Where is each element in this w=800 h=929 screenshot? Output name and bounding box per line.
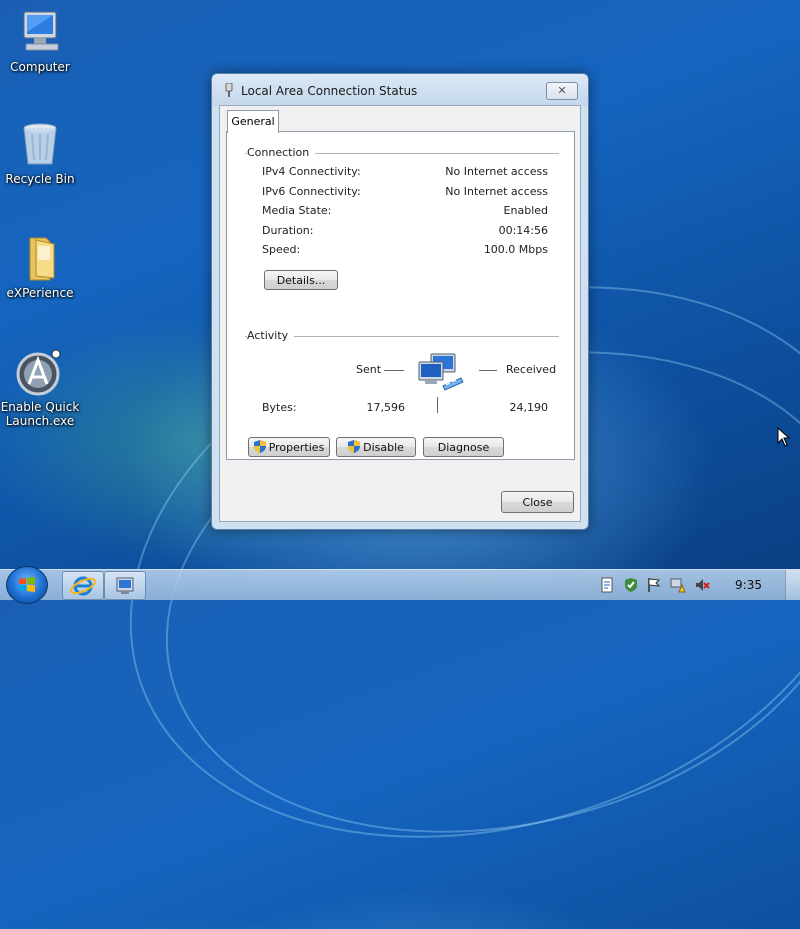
taskbar: 9:35 xyxy=(0,566,800,604)
duration-label: Duration: xyxy=(262,224,314,237)
received-line xyxy=(479,370,497,371)
close-button[interactable]: Close xyxy=(501,491,574,513)
connection-group-title: Connection xyxy=(247,146,316,159)
duration-value: 00:14:56 xyxy=(498,224,548,237)
ipv6-connectivity-label: IPv6 Connectivity: xyxy=(262,185,361,198)
disable-button[interactable]: Disable xyxy=(336,437,416,457)
properties-label: Properties xyxy=(268,441,325,454)
taskbar-internet-explorer[interactable] xyxy=(62,571,104,600)
sent-line xyxy=(384,370,404,371)
details-button[interactable]: Details... xyxy=(264,270,338,290)
network-plug-icon xyxy=(225,83,233,97)
disable-label: Disable xyxy=(363,441,404,454)
bytes-received-value: 24,190 xyxy=(509,401,549,414)
internet-explorer-icon xyxy=(70,576,96,596)
properties-button[interactable]: Properties xyxy=(248,437,330,457)
general-tab-panel: Connection IPv4 Connectivity: No Interne… xyxy=(226,131,575,460)
received-label: Received xyxy=(506,363,557,376)
desktop-icon-label: eXPerience xyxy=(6,286,74,300)
volume-muted-icon[interactable] xyxy=(694,577,710,593)
desktop-icon-recycle-bin[interactable]: Recycle Bin xyxy=(0,120,80,186)
ipv6-connectivity-value: No Internet access xyxy=(445,185,548,198)
tab-general[interactable]: General xyxy=(227,110,279,133)
desktop-icon-label: Recycle Bin xyxy=(5,172,75,186)
dialog-client-area: General Connection IPv4 Connectivity: No… xyxy=(219,105,581,522)
action-center-flag-icon[interactable] xyxy=(646,577,662,593)
activity-group-title: Activity xyxy=(247,329,295,342)
desktop-icon-label: Computer xyxy=(10,60,70,74)
desktop-icon-label: Enable Quick Launch.exe xyxy=(0,400,80,428)
desktop-icon-computer[interactable]: Computer xyxy=(0,8,80,74)
start-button[interactable] xyxy=(6,566,48,604)
network-connection-icon xyxy=(116,577,134,594)
title-close-button[interactable]: ✕ xyxy=(546,82,578,100)
local-area-connection-status-dialog: Local Area Connection Status ✕ General C… xyxy=(211,73,589,530)
uac-shield-icon xyxy=(253,440,266,453)
recycle-bin-icon xyxy=(16,120,64,168)
mouse-cursor-icon xyxy=(777,427,791,447)
speed-value: 100.0 Mbps xyxy=(483,243,548,256)
document-icon[interactable] xyxy=(599,577,615,593)
app-icon xyxy=(16,348,64,396)
computer-icon xyxy=(16,8,64,56)
diagnose-button[interactable]: Diagnose xyxy=(423,437,504,457)
bytes-sent-value: 17,596 xyxy=(366,401,406,414)
taskbar-network-connection[interactable] xyxy=(104,571,146,600)
windows-logo-icon xyxy=(19,577,35,592)
desktop-icon-experience[interactable]: eXPerience xyxy=(0,234,80,300)
network-computers-icon xyxy=(418,353,464,391)
folder-icon xyxy=(16,234,64,282)
media-state-label: Media State: xyxy=(262,204,332,217)
media-state-value: Enabled xyxy=(503,204,548,217)
desktop-icon-enable-quick-launch[interactable]: Enable Quick Launch.exe xyxy=(0,348,80,428)
bytes-label: Bytes: xyxy=(262,401,297,414)
bytes-separator xyxy=(437,397,438,413)
speed-label: Speed: xyxy=(262,243,301,256)
show-desktop-button[interactable] xyxy=(785,570,800,600)
taskbar-clock[interactable]: 9:35 xyxy=(735,578,762,592)
security-shield-icon[interactable] xyxy=(623,577,639,593)
dialog-title: Local Area Connection Status xyxy=(241,84,418,98)
network-warning-icon[interactable] xyxy=(670,577,686,593)
ipv4-connectivity-label: IPv4 Connectivity: xyxy=(262,165,361,178)
ipv4-connectivity-value: No Internet access xyxy=(445,165,548,178)
dialog-titlebar[interactable]: Local Area Connection Status ✕ xyxy=(212,74,588,106)
uac-shield-icon xyxy=(348,440,361,453)
sent-label: Sent xyxy=(356,363,382,376)
